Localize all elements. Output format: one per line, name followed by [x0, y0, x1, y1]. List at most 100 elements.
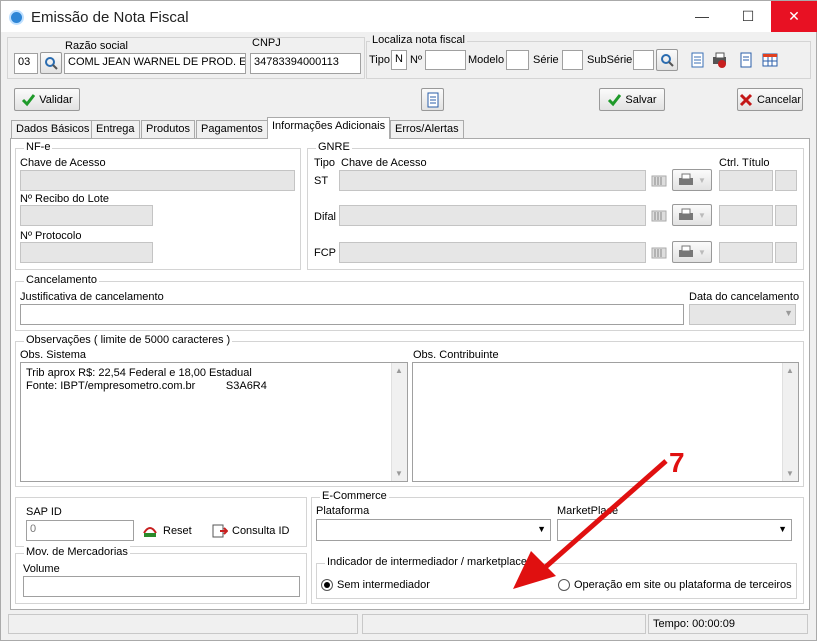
barcode-icon[interactable]: [651, 245, 667, 261]
salvar-button[interactable]: Salvar: [599, 88, 665, 111]
code-field[interactable]: 03: [14, 53, 38, 74]
serie-label: Série: [533, 54, 559, 66]
recibo-label: Nº Recibo do Lote: [20, 193, 110, 205]
tipo-label: Tipo: [369, 54, 390, 66]
maximize-button[interactable]: ☐: [725, 1, 771, 32]
print-pdf-icon[interactable]: [712, 52, 728, 68]
obs-sistema-label: Obs. Sistema: [20, 349, 87, 361]
gnre-fcp-print-button[interactable]: ▼: [672, 241, 712, 263]
scroll-down-icon[interactable]: ▼: [395, 469, 403, 478]
razao-label: Razão social: [65, 40, 128, 52]
consulta-id-link[interactable]: Consulta ID: [232, 525, 289, 537]
obs-sistema-line2: Fonte: IBPT/empresometro.com.br S3A6R4: [26, 380, 267, 392]
scroll-up-icon[interactable]: ▲: [786, 366, 794, 375]
main-window: Emissão de Nota Fiscal — ☐ ✕ 03 Razão so…: [0, 0, 817, 641]
recibo-field[interactable]: [20, 205, 153, 226]
cancelamento-title: Cancelamento: [24, 274, 99, 286]
tab-entrega[interactable]: Entrega: [91, 120, 140, 138]
printer-icon: [679, 245, 694, 257]
minimize-button[interactable]: —: [679, 1, 725, 32]
gnre-title: GNRE: [316, 141, 352, 153]
reset-icon[interactable]: [142, 523, 158, 539]
checkmark-icon: [22, 93, 36, 106]
status-bar: Tempo: 00:00:09: [8, 614, 811, 634]
search-icon: [45, 57, 58, 70]
annotation-arrow-head: [513, 551, 556, 589]
gnre-st-chave-field[interactable]: [339, 170, 646, 191]
subserie-field[interactable]: [633, 50, 654, 70]
mov-title: Mov. de Mercadorias: [24, 546, 130, 558]
obs-sistema-textarea[interactable]: Trib aprox R$: 22,54 Federal e 18,00 Est…: [20, 362, 408, 482]
report-button[interactable]: [421, 88, 444, 111]
sem-intermediador-label[interactable]: Sem intermediador: [337, 579, 430, 591]
justificativa-label: Justificativa de cancelamento: [20, 291, 164, 303]
tab-dados-basicos[interactable]: Dados Básicos: [11, 120, 95, 138]
radio-sem-intermediador[interactable]: [321, 579, 333, 591]
subserie-label: SubSérie: [587, 54, 633, 66]
volume-field[interactable]: [23, 576, 300, 597]
annotation-number: 7: [669, 447, 685, 478]
data-cancelamento-label: Data do cancelamento: [689, 291, 800, 303]
obs-sistema-line1: Trib aprox R$: 22,54 Federal e 18,00 Est…: [26, 367, 252, 379]
serie-field[interactable]: [562, 50, 583, 70]
tab-produtos[interactable]: Produtos: [141, 120, 196, 138]
gnre-difal-chave-field[interactable]: [339, 205, 646, 226]
plataforma-label: Plataforma: [316, 505, 370, 517]
chave-acesso-label: Chave de Acesso: [20, 157, 106, 169]
razao-field[interactable]: COML JEAN WARNEL DE PROD. ESP.: [64, 53, 246, 74]
grid-icon[interactable]: [762, 52, 778, 68]
numero-field[interactable]: [425, 50, 466, 70]
tab-informacoes-adicionais[interactable]: Informações Adicionais: [267, 117, 391, 139]
gnre-st-ctrl-field[interactable]: [719, 170, 773, 191]
gnre-ctrl-label: Ctrl. Título: [719, 157, 770, 169]
status-tempo: Tempo: 00:00:09: [648, 614, 808, 634]
tab-pagamentos[interactable]: Pagamentos: [196, 120, 268, 138]
reset-link[interactable]: Reset: [163, 525, 192, 537]
gnre-fcp-ctrl-field[interactable]: [719, 242, 773, 263]
chave-acesso-field[interactable]: [20, 170, 295, 191]
barcode-icon[interactable]: [651, 208, 667, 224]
window-title: Emissão de Nota Fiscal: [31, 9, 189, 26]
barcode-icon[interactable]: [651, 173, 667, 189]
justificativa-field[interactable]: [20, 304, 684, 325]
tipo-field[interactable]: N: [391, 50, 407, 70]
nfe-title: NF-e: [24, 141, 53, 153]
gnre-difal-ctrl-field[interactable]: [719, 205, 773, 226]
cancelar-button[interactable]: Cancelar: [737, 88, 803, 111]
gnre-row-difal-label: Difal: [314, 211, 337, 223]
gnre-fcp-ctrl-extra[interactable]: [775, 242, 797, 263]
title-bar: Emissão de Nota Fiscal — ☐ ✕: [1, 1, 817, 32]
gnre-st-ctrl-extra[interactable]: [775, 170, 797, 191]
tab-erros-alertas[interactable]: Erros/Alertas: [390, 120, 464, 138]
document-list-icon[interactable]: [690, 52, 706, 68]
gnre-st-print-button[interactable]: ▼: [672, 169, 712, 191]
document-icon[interactable]: [738, 52, 754, 68]
data-cancelamento-field[interactable]: ▼: [689, 304, 796, 325]
protocolo-field[interactable]: [20, 242, 153, 263]
cnpj-field[interactable]: 34783394000113: [250, 53, 361, 74]
sap-id-label: SAP ID: [26, 506, 62, 518]
modelo-field[interactable]: [506, 50, 529, 70]
protocolo-label: Nº Protocolo: [20, 230, 82, 242]
scroll-up-icon[interactable]: ▲: [395, 366, 403, 375]
validar-label: Validar: [39, 93, 73, 106]
search-nota-button[interactable]: [656, 49, 678, 71]
gnre-difal-print-button[interactable]: ▼: [672, 204, 712, 226]
report-icon: [427, 92, 438, 107]
intermediador-title: Indicador de intermediador / marketplace: [325, 556, 529, 568]
validar-button[interactable]: Validar: [14, 88, 80, 111]
gnre-tipo-label: Tipo: [314, 157, 335, 169]
search-client-button[interactable]: [40, 52, 62, 74]
gnre-fcp-chave-field[interactable]: [339, 242, 646, 263]
gnre-row-st-label: ST: [314, 175, 329, 187]
gnre-row-fcp-label: FCP: [314, 247, 336, 259]
gnre-difal-ctrl-extra[interactable]: [775, 205, 797, 226]
sap-id-field[interactable]: 0: [26, 520, 134, 541]
status-cell-1: [8, 614, 358, 634]
close-button[interactable]: ✕: [771, 1, 817, 32]
cnpj-label: CNPJ: [252, 37, 281, 49]
consulta-icon[interactable]: [212, 523, 228, 539]
scroll-down-icon[interactable]: ▼: [786, 469, 794, 478]
scrollbar[interactable]: ▲ ▼: [391, 363, 407, 481]
scrollbar[interactable]: ▲ ▼: [782, 363, 798, 481]
